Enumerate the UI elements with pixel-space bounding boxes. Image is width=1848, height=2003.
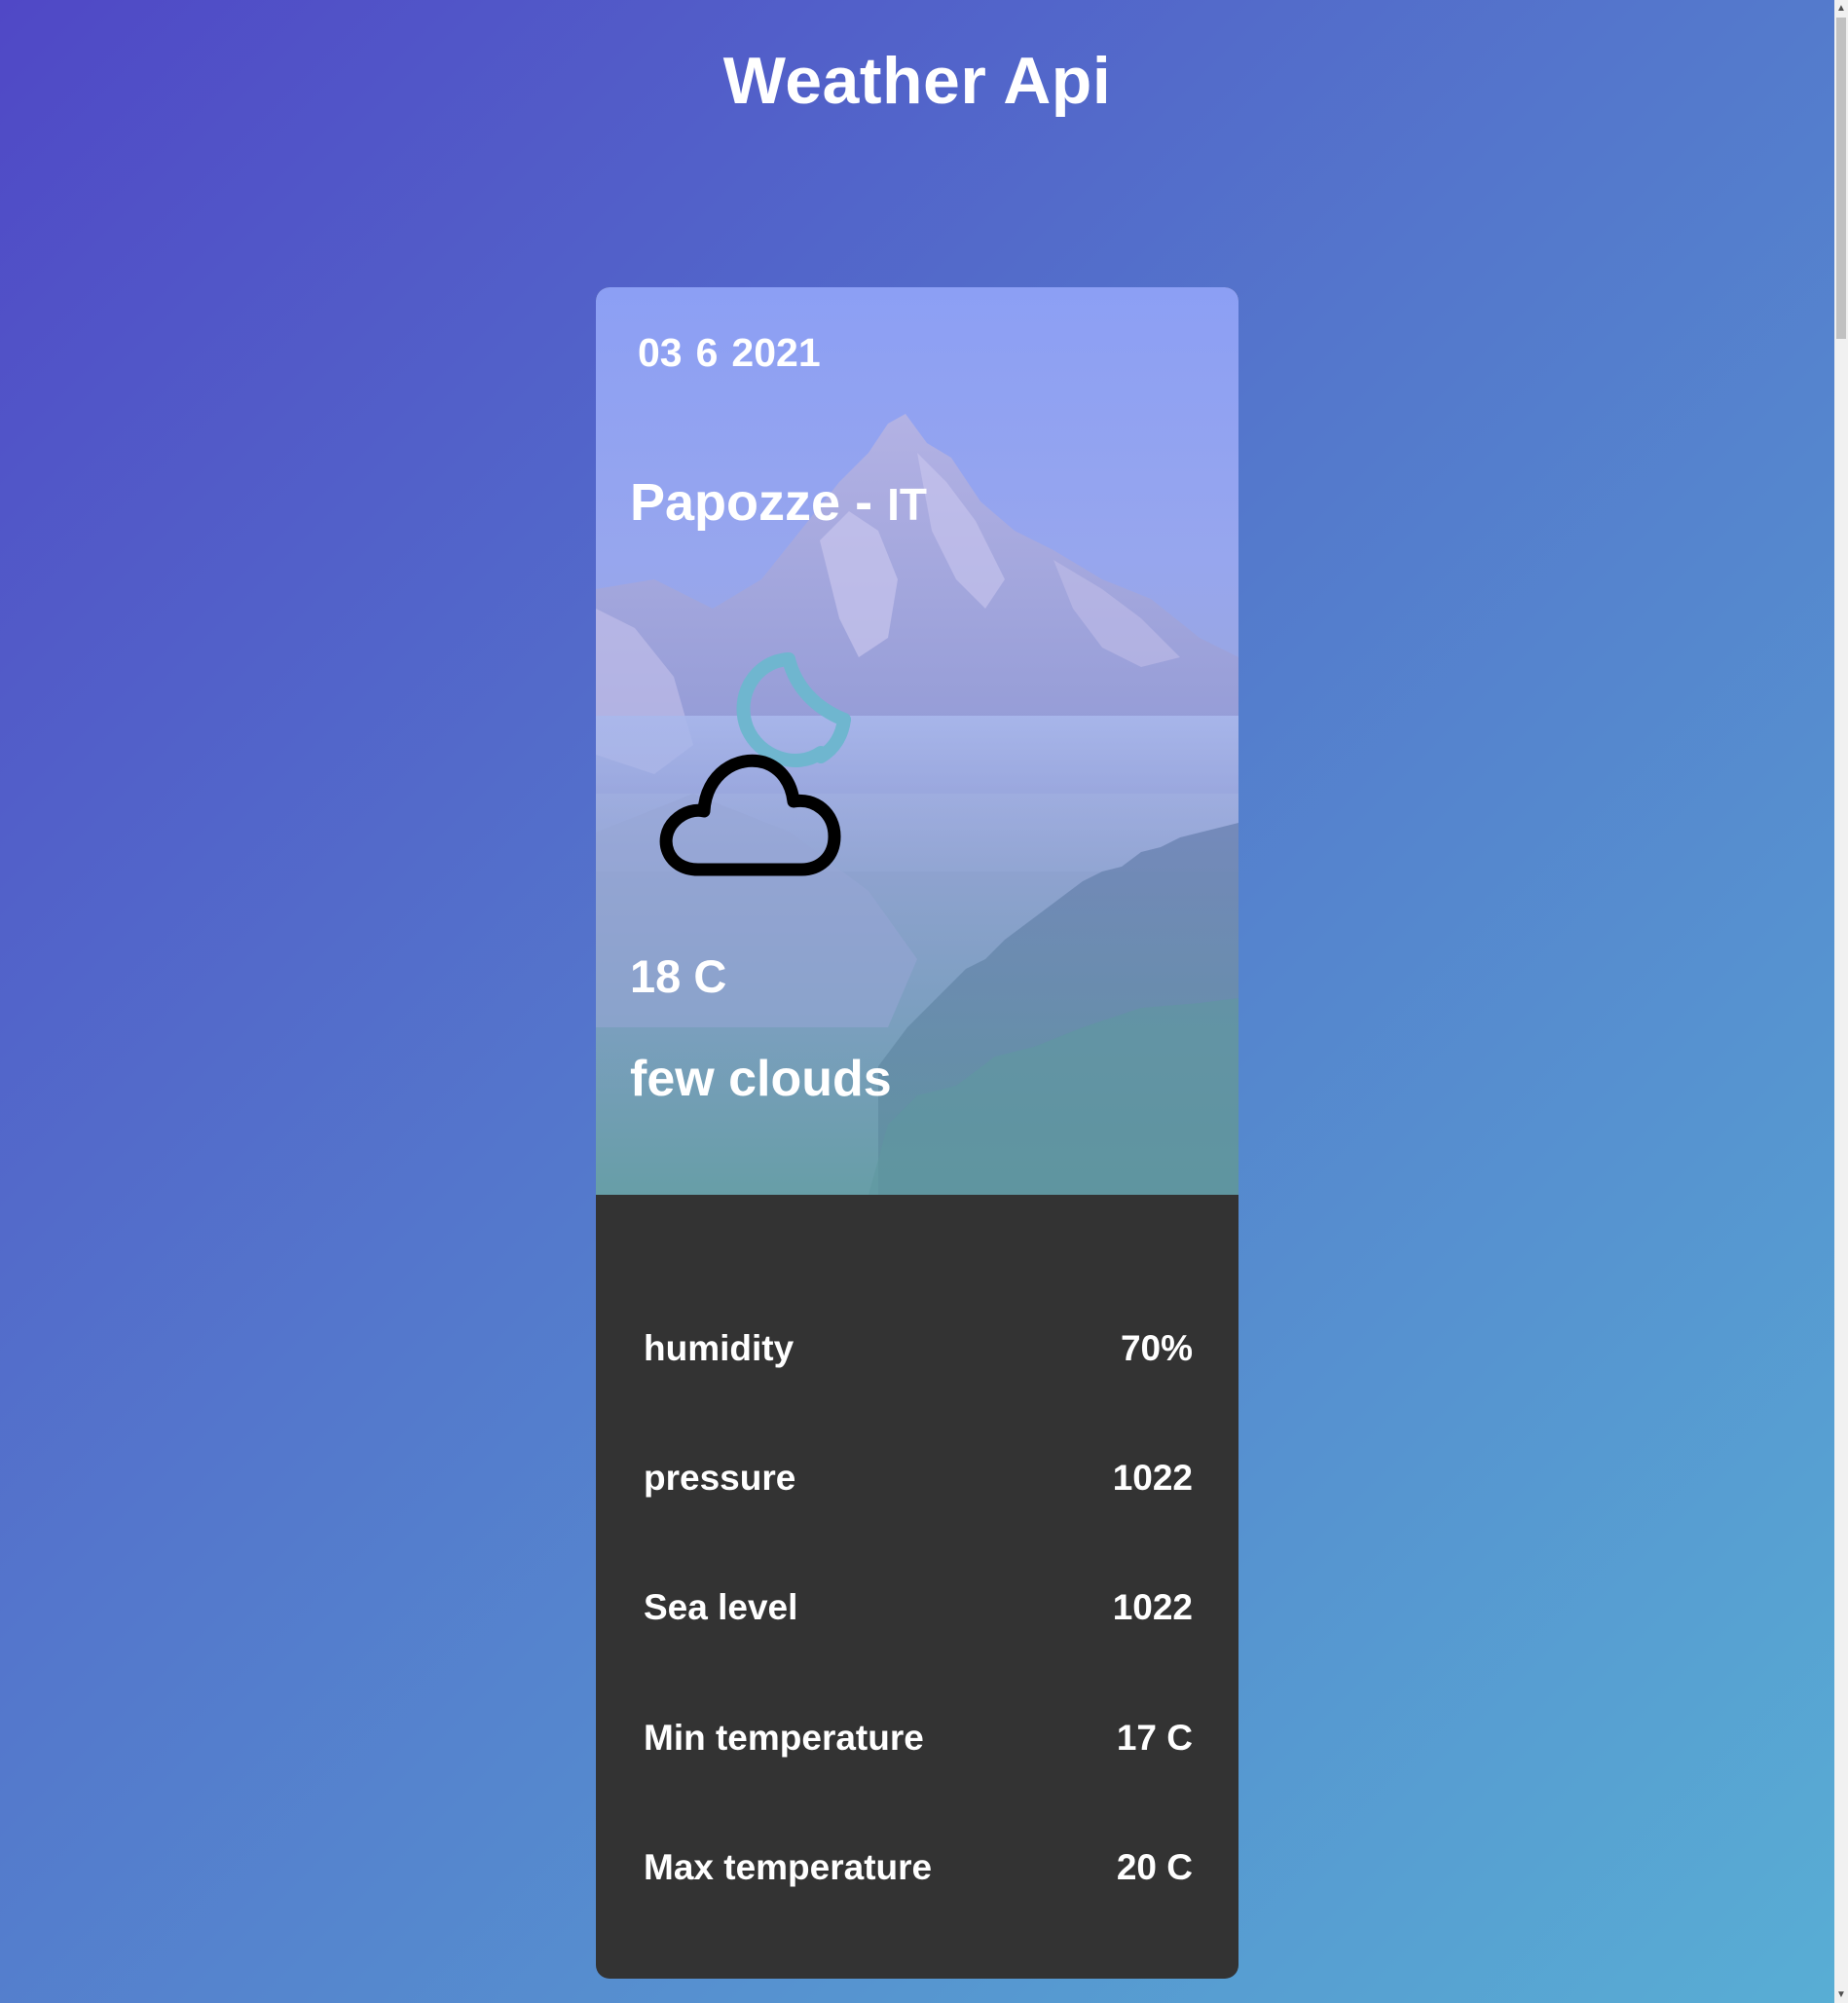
location-separator: - [855,473,873,532]
cloud-with-moon-icon [659,652,851,876]
detail-value: 1022 [1112,1587,1193,1627]
detail-row-min-temperature: Min temperature 17 C [644,1718,1193,1776]
detail-label: Max temperature [644,1847,933,1887]
date-display: 03 6 2021 [638,330,834,376]
page-scrollbar[interactable]: ▲ ▼ [1834,0,1848,2003]
detail-row-pressure: pressure 1022 [644,1458,1193,1516]
scroll-up-arrow-icon[interactable]: ▲ [1834,0,1848,17]
current-temperature: 18 C [630,950,727,1002]
detail-row-humidity: humidity 70% [644,1328,1193,1387]
date-month: 6 [695,330,719,375]
page-title: Weather Api [722,44,1112,118]
date-year: 2021 [731,330,821,375]
weather-description: few clouds [630,1051,892,1107]
date-day: 03 [638,330,683,375]
country-code: IT [887,479,927,530]
weather-summary-panel: 03 6 2021 Papozze - IT 18 C few clouds [596,287,1238,1195]
detail-label: Sea level [644,1587,798,1627]
detail-row-sea-level: Sea level 1022 [644,1587,1193,1646]
detail-label: pressure [644,1458,796,1498]
city-name: Papozze [630,473,841,532]
detail-value: 20 C [1116,1847,1193,1887]
scrollbar-thumb[interactable] [1836,18,1846,339]
detail-row-max-temperature: Max temperature 20 C [644,1847,1193,1906]
scroll-down-arrow-icon[interactable]: ▼ [1834,1986,1848,2003]
location-display: Papozze - IT [630,472,927,533]
detail-value: 17 C [1116,1718,1193,1758]
detail-value: 1022 [1112,1458,1193,1498]
detail-label: humidity [644,1328,795,1368]
weather-card: 03 6 2021 Papozze - IT 18 C few clouds hum… [596,287,1238,1979]
weather-details-panel: humidity 70% pressure 1022 Sea level 102… [596,1195,1238,1979]
detail-value: 70% [1120,1328,1193,1368]
detail-label: Min temperature [644,1718,924,1758]
